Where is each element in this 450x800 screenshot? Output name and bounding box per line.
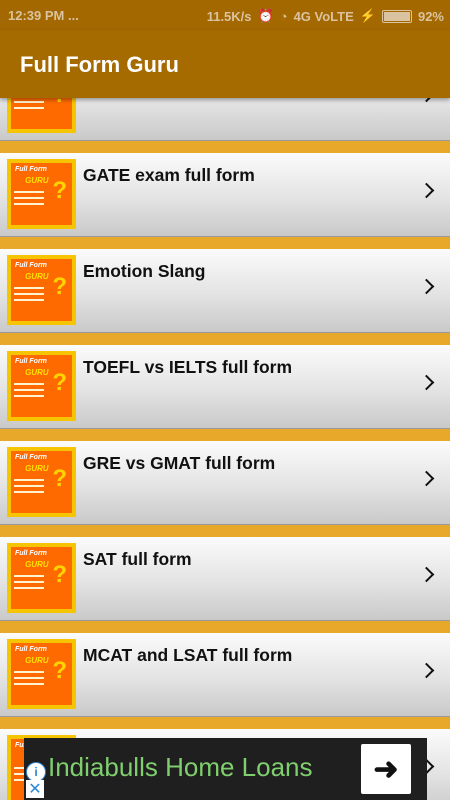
thumbnail-art: Full Form GURU? <box>11 355 72 417</box>
thumbnail-line <box>14 203 44 205</box>
battery-fill <box>383 11 410 21</box>
topic-list[interactable]: Full FormGURU?Full FormGURU?GATE exam fu… <box>0 98 450 800</box>
thumbnail-line <box>14 197 44 199</box>
chevron-right-icon[interactable] <box>418 374 435 391</box>
ad-open-button[interactable]: ➜ <box>361 744 411 794</box>
thumbnail-art: Full Form GURU? <box>11 163 72 225</box>
chevron-right-icon[interactable] <box>418 566 435 583</box>
question-mark-icon: ? <box>52 657 67 684</box>
thumbnail-line <box>14 575 44 577</box>
dots: ... <box>68 8 79 23</box>
list-item[interactable]: Full Form GURU? Emotion Slang <box>0 249 450 333</box>
chevron-right-icon[interactable] <box>418 182 435 199</box>
thumbnail-line <box>14 293 44 295</box>
thumbnail-title: Full Form <box>15 166 47 173</box>
list-item[interactable]: Full Form GURU? MCAT and LSAT full form <box>0 633 450 717</box>
thumbnail-art: Full Form GURU? <box>11 547 72 609</box>
list-item[interactable]: Full Form GURU? SAT full form <box>0 537 450 621</box>
time: 12:39 PM <box>8 8 65 23</box>
charging-icon: ⚡ <box>359 8 376 23</box>
thumbnail-subtitle: GURU <box>25 176 49 185</box>
thumbnail-line <box>14 191 44 193</box>
thumbnail-art: Full Form GURU? <box>11 451 72 513</box>
thumbnail-subtitle: GURU <box>25 560 49 569</box>
thumbnail-line <box>14 581 44 583</box>
thumbnail-title: Full Form <box>15 646 47 653</box>
question-mark-icon: ? <box>52 369 67 396</box>
status-left: 12:39 PM ... <box>8 8 79 23</box>
list-item-title: GRE vs GMAT full form <box>83 453 276 473</box>
thumbnail-art: Full FormGURU? <box>11 98 72 129</box>
question-mark-icon: ? <box>52 273 67 300</box>
thumbnail-image: Full Form GURU? <box>7 543 76 613</box>
ad-banner[interactable]: Indiabulls Home Loans ➜ <box>24 738 427 800</box>
chevron-right-icon[interactable] <box>418 98 435 103</box>
chevron-right-icon[interactable] <box>418 470 435 487</box>
status-right: 11.5K/s ⏰ ◔ 4G VoLTE ⚡ 92% <box>207 8 444 24</box>
thumbnail-line <box>14 479 44 481</box>
ad-text[interactable]: Indiabulls Home Loans <box>48 752 313 783</box>
thumbnail-subtitle: GURU <box>25 464 49 473</box>
thumbnail-image: Full FormGURU? <box>7 98 76 133</box>
thumbnail-line <box>14 485 44 487</box>
thumbnail-title: Full Form <box>15 262 47 269</box>
network-speed: 11.5K/s <box>206 8 252 24</box>
thumbnail-image: Full Form GURU? <box>7 351 76 421</box>
arrow-right-icon: ➜ <box>373 752 399 786</box>
battery-icon <box>381 9 412 23</box>
status-bar: 12:39 PM ... 11.5K/s ⏰ ◔ 4G VoLTE ⚡ 92% <box>0 0 450 30</box>
thumbnail-subtitle: GURU <box>25 272 49 281</box>
thumbnail-image: Full Form GURU? <box>7 639 76 709</box>
thumbnail-art: Full Form GURU? <box>11 259 72 321</box>
list-item[interactable]: Full Form GURU? GATE exam full form <box>0 153 450 237</box>
thumbnail-art: Full Form GURU? <box>11 643 72 705</box>
question-mark-icon: ? <box>52 177 67 204</box>
thumbnail-line <box>14 683 44 685</box>
thumbnail-title: Full Form <box>15 550 47 557</box>
list-item-title: SAT full form <box>83 549 192 569</box>
app-title: Full Form Guru <box>20 52 179 77</box>
network-label: 4G VoLTE <box>293 8 354 24</box>
list-item[interactable]: Full FormGURU? <box>0 98 450 141</box>
thumbnail-line <box>14 395 44 397</box>
alarm-icon: ⏰ <box>257 8 274 23</box>
thumbnail-line <box>14 101 44 103</box>
thumbnail-line <box>14 587 44 589</box>
topic-list-inner: Full FormGURU?Full FormGURU?GATE exam fu… <box>0 98 450 800</box>
thumbnail-line <box>14 671 44 673</box>
thumbnail-subtitle: GURU <box>25 368 49 377</box>
thumbnail-subtitle: GURU <box>25 656 49 665</box>
chevron-right-icon[interactable] <box>418 662 435 679</box>
question-mark-icon: ? <box>52 98 67 109</box>
question-mark-icon: ? <box>52 561 67 588</box>
close-icon[interactable]: ✕ <box>26 780 44 798</box>
battery-percent: 92% <box>417 8 444 24</box>
thumbnail-image: Full Form GURU? <box>7 159 76 229</box>
question-mark-icon: ? <box>52 465 67 492</box>
thumbnail-line <box>14 299 44 301</box>
thumbnail-title: Full Form <box>15 358 47 365</box>
thumbnail-line <box>14 677 44 679</box>
wifi-icon: ◔ <box>279 8 288 24</box>
chevron-right-icon[interactable] <box>418 278 435 295</box>
thumbnail-line <box>14 491 44 493</box>
list-item[interactable]: Full Form GURU? TOEFL vs IELTS full form <box>0 345 450 429</box>
list-item-title: MCAT and LSAT full form <box>83 645 293 665</box>
list-item[interactable]: Full Form GURU? GRE vs GMAT full form <box>0 441 450 525</box>
thumbnail-image: Full Form GURU? <box>7 447 76 517</box>
thumbnail-line <box>14 389 44 391</box>
thumbnail-image: Full Form GURU? <box>7 255 76 325</box>
list-item-title: GATE exam full form <box>83 165 255 185</box>
thumbnail-line <box>14 383 44 385</box>
app-bar: Full Form Guru <box>0 30 450 98</box>
thumbnail-line <box>14 107 44 109</box>
thumbnail-title: Full Form <box>15 454 47 461</box>
list-item-title: TOEFL vs IELTS full form <box>83 357 293 377</box>
list-item-title: Emotion Slang <box>83 261 206 281</box>
thumbnail-line <box>14 287 44 289</box>
